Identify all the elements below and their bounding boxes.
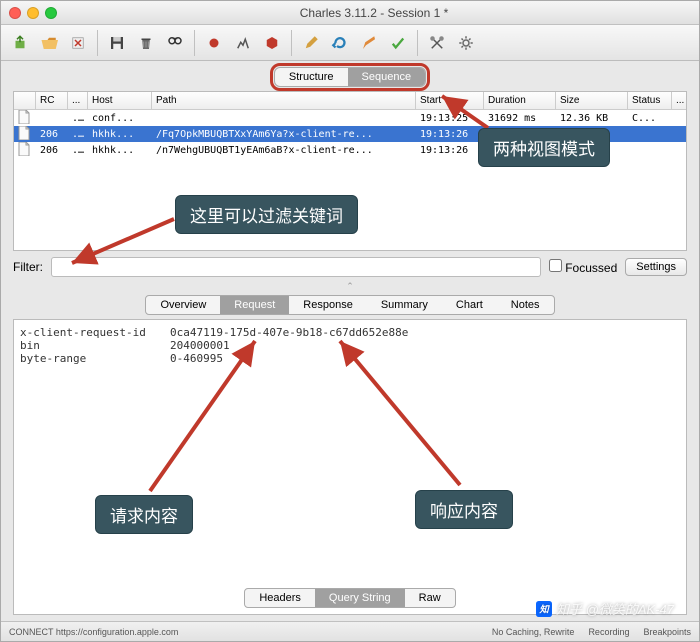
repeat-button[interactable] bbox=[327, 30, 353, 56]
record-button[interactable] bbox=[201, 30, 227, 56]
svg-text:知: 知 bbox=[538, 603, 550, 614]
save-button[interactable] bbox=[104, 30, 130, 56]
col-size[interactable]: Size bbox=[556, 92, 628, 109]
watermark: 知知乎 @微笑的AK-47 bbox=[536, 599, 674, 618]
detail-tabs: Overview Request Response Summary Chart … bbox=[145, 295, 554, 315]
divider[interactable]: ⌃ bbox=[13, 281, 687, 291]
find-button[interactable] bbox=[162, 30, 188, 56]
tab-response[interactable]: Response bbox=[289, 296, 367, 314]
minimize-window[interactable] bbox=[27, 7, 39, 19]
col-status[interactable]: Status bbox=[628, 92, 672, 109]
tab-headers[interactable]: Headers bbox=[245, 589, 315, 607]
tab-request[interactable]: Request bbox=[220, 296, 289, 314]
kv-row: bin204000001 bbox=[20, 339, 680, 352]
tab-overview[interactable]: Overview bbox=[146, 296, 220, 314]
clear-button[interactable] bbox=[133, 30, 159, 56]
focussed-checkbox[interactable]: Focussed bbox=[549, 259, 617, 275]
tab-summary[interactable]: Summary bbox=[367, 296, 442, 314]
window-title: Charles 3.11.2 - Session 1 * bbox=[57, 6, 691, 20]
col-rc[interactable]: RC bbox=[36, 92, 68, 109]
tab-sequence[interactable]: Sequence bbox=[348, 68, 426, 86]
col-path[interactable]: Path bbox=[152, 92, 416, 109]
status-breakpoints: Breakpoints bbox=[643, 627, 691, 637]
status-caching: No Caching, Rewrite bbox=[492, 627, 575, 637]
tab-raw[interactable]: Raw bbox=[405, 589, 455, 607]
toolbar bbox=[1, 25, 699, 61]
settings-button[interactable] bbox=[453, 30, 479, 56]
callout-response: 响应内容 bbox=[415, 490, 513, 529]
tools-button[interactable] bbox=[424, 30, 450, 56]
zoom-window[interactable] bbox=[45, 7, 57, 19]
compose-button[interactable] bbox=[356, 30, 382, 56]
tab-chart[interactable]: Chart bbox=[442, 296, 497, 314]
tab-query-string[interactable]: Query String bbox=[315, 589, 405, 607]
close-button[interactable] bbox=[65, 30, 91, 56]
open-button[interactable] bbox=[36, 30, 62, 56]
breakpoints-button[interactable] bbox=[259, 30, 285, 56]
status-recording: Recording bbox=[588, 627, 629, 637]
col-host[interactable]: Host bbox=[88, 92, 152, 109]
tab-notes[interactable]: Notes bbox=[497, 296, 554, 314]
col-duration[interactable]: Duration bbox=[484, 92, 556, 109]
format-tabs: Headers Query String Raw bbox=[244, 588, 455, 608]
throttle-button[interactable] bbox=[230, 30, 256, 56]
filter-input[interactable] bbox=[51, 257, 541, 277]
kv-row: x-client-request-id0ca47119-175d-407e-9b… bbox=[20, 326, 680, 339]
callout-request: 请求内容 bbox=[95, 495, 193, 534]
table-row[interactable]: ..conf...19:13:2531692 ms12.36 KBC... bbox=[14, 110, 686, 126]
status-left: CONNECT https://configuration.apple.com bbox=[9, 627, 178, 637]
col-start[interactable]: Start bbox=[416, 92, 484, 109]
table-header: RC ... Host Path Start Duration Size Sta… bbox=[14, 92, 686, 110]
kv-row: byte-range0-460995 bbox=[20, 352, 680, 365]
col-dots[interactable]: ... bbox=[68, 92, 88, 109]
callout-views: 两种视图模式 bbox=[478, 128, 610, 167]
callout-filter: 这里可以过滤关键词 bbox=[175, 195, 358, 234]
new-session-button[interactable] bbox=[7, 30, 33, 56]
settings-button-filter[interactable]: Settings bbox=[625, 258, 687, 276]
filter-label: Filter: bbox=[13, 260, 43, 274]
edit-button[interactable] bbox=[298, 30, 324, 56]
col-end[interactable]: ... bbox=[672, 92, 686, 109]
tab-structure[interactable]: Structure bbox=[275, 68, 348, 86]
view-mode-tabs: Structure Sequence bbox=[274, 67, 426, 87]
close-window[interactable] bbox=[9, 7, 21, 19]
validate-button[interactable] bbox=[385, 30, 411, 56]
